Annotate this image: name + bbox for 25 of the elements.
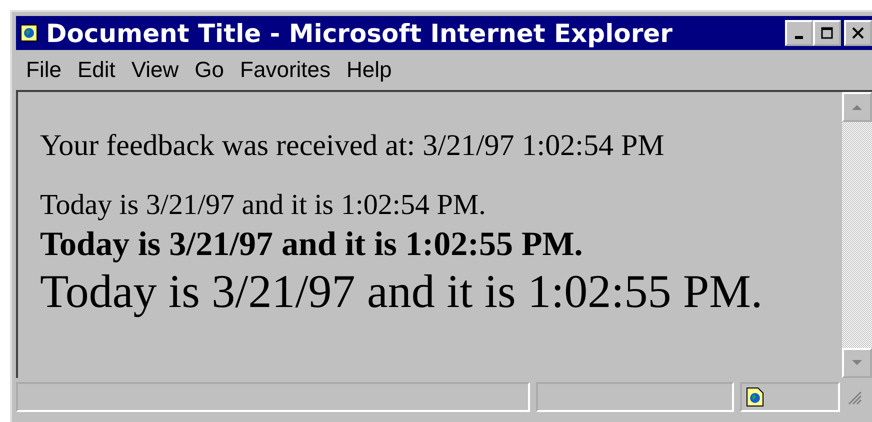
vertical-scrollbar[interactable] <box>842 92 872 378</box>
menu-item[interactable]: Go <box>186 57 232 83</box>
down-arrow-icon <box>851 359 863 367</box>
page-text: Today is 3/21/97 and it is 1:02:54 PM. <box>40 188 487 222</box>
up-arrow-icon <box>851 103 863 111</box>
scroll-down-button[interactable] <box>842 348 872 378</box>
page-text: Your feedback was received at: 3/21/97 1:02:54 PM <box>40 128 666 164</box>
page-text: Today is 3/21/97 and it is 1:02:55 PM. <box>40 226 584 264</box>
globe-document-icon <box>746 387 764 407</box>
page-text: Today is 3/21/97 and it is 1:02:55 PM. <box>40 266 764 318</box>
menu-item[interactable]: View <box>123 57 187 83</box>
resize-grip-icon[interactable] <box>846 389 862 405</box>
maximize-icon <box>821 27 833 39</box>
menu-item[interactable]: Favorites <box>232 57 339 83</box>
menu-item[interactable]: Edit <box>69 57 124 83</box>
scroll-up-button[interactable] <box>842 92 872 122</box>
close-icon <box>852 27 864 39</box>
window-title: Document Title - Microsoft Internet Explorer <box>46 18 674 48</box>
minimize-icon <box>795 36 803 38</box>
menu-item[interactable]: File <box>18 57 70 83</box>
close-button[interactable] <box>844 20 872 46</box>
maximize-button[interactable] <box>813 20 841 46</box>
globe-document-icon <box>20 24 38 42</box>
menu-item[interactable]: Help <box>338 57 400 83</box>
minimize-button[interactable] <box>785 20 813 46</box>
